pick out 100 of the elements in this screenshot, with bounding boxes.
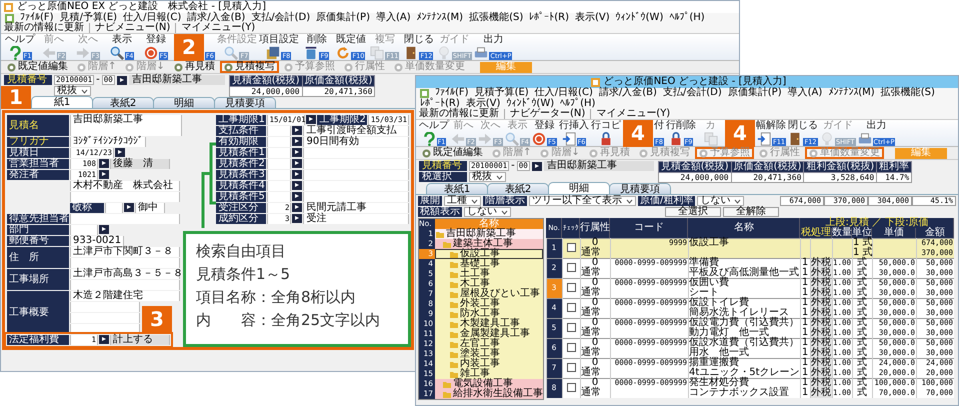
- checkbox[interactable]: [566, 262, 576, 272]
- menu-item[interactable]: ﾒﾝﾃﾅﾝｽ(M): [416, 13, 464, 23]
- nav-link[interactable]: マイメニュー(Y): [175, 23, 260, 33]
- menu-item[interactable]: 見積/予算(E): [60, 13, 118, 23]
- input-field[interactable]: 民間元請工事: [303, 203, 409, 213]
- input-field[interactable]: 受注: [303, 214, 409, 224]
- input-field[interactable]: 933-0021: [70, 236, 124, 246]
- menu-item[interactable]: ﾌｧｲﾙ(F): [20, 13, 54, 23]
- lookup-button[interactable]: [292, 192, 302, 201]
- action-button[interactable]: 既定値編集: [3, 61, 72, 73]
- dropdown[interactable]: 工種: [444, 196, 481, 206]
- lookup-button[interactable]: [292, 203, 302, 212]
- input-field[interactable]: [70, 192, 180, 202]
- menu-item[interactable]: 導入(A): [376, 13, 411, 23]
- tab[interactable]: 見積要項: [609, 183, 671, 194]
- input-field[interactable]: [303, 159, 409, 169]
- input-field[interactable]: [267, 126, 292, 136]
- checkbox[interactable]: [566, 322, 576, 332]
- input-field[interactable]: [70, 313, 140, 323]
- menu-item[interactable]: ﾍﾙﾌﾟ(H): [560, 99, 596, 109]
- input-field[interactable]: [303, 181, 409, 191]
- input-field[interactable]: [267, 159, 292, 169]
- menu-item[interactable]: 支払/会計(D): [662, 88, 722, 98]
- input-field[interactable]: [303, 148, 409, 158]
- menu-item[interactable]: 支払/会計(D): [251, 13, 310, 23]
- lookup-button[interactable]: [99, 335, 109, 344]
- menu-item[interactable]: ｳｨﾝﾄﾞｳ(W): [616, 13, 664, 23]
- lookup-button[interactable]: [292, 148, 302, 157]
- nav-link[interactable]: 最新の情報に更新: [4, 23, 89, 33]
- command-button[interactable]: 全選択: [665, 207, 721, 217]
- lookup-button[interactable]: [292, 126, 302, 135]
- tab[interactable]: 表紙2: [92, 97, 154, 108]
- input-field[interactable]: [303, 192, 409, 202]
- checkbox[interactable]: [566, 242, 576, 252]
- action-button[interactable]: 見積複写: [220, 61, 279, 73]
- menu-item[interactable]: ﾒﾝﾃﾅﾝｽ(M): [828, 88, 875, 98]
- lookup-button[interactable]: [116, 76, 127, 84]
- nav-link[interactable]: ナビメニュー(N): [89, 23, 176, 33]
- menu-item[interactable]: ﾚﾎﾟｰﾄ(R): [529, 13, 569, 23]
- menu-item[interactable]: 拡張機能(S): [469, 13, 524, 23]
- input-field[interactable]: [267, 192, 292, 202]
- input-field[interactable]: 計上する: [110, 335, 170, 345]
- lookup-button[interactable]: [292, 159, 302, 168]
- checkbox[interactable]: [566, 382, 576, 392]
- input-field[interactable]: [105, 203, 123, 213]
- nav-link[interactable]: マイメニュー(Y): [590, 109, 676, 119]
- tab[interactable]: 見積要項: [214, 97, 276, 108]
- command-button[interactable]: 全解除: [723, 207, 779, 217]
- input-field[interactable]: [70, 280, 180, 290]
- input-field[interactable]: [303, 170, 409, 180]
- menu-item[interactable]: ﾚﾎﾟｰﾄ(R): [420, 99, 460, 109]
- lookup-button[interactable]: [124, 203, 134, 212]
- input-field[interactable]: 木造２階建住宅: [70, 291, 180, 301]
- menu-item[interactable]: 導入(A): [788, 88, 822, 98]
- input-field[interactable]: [267, 137, 292, 147]
- checkbox[interactable]: [566, 342, 576, 352]
- menu-item[interactable]: 仕入/日報(C): [534, 88, 593, 98]
- input-field[interactable]: 土津戸市高島３－５－８: [70, 269, 180, 279]
- tab[interactable]: 明細: [153, 97, 215, 108]
- lookup-button[interactable]: [292, 181, 302, 190]
- input-field[interactable]: 後藤 清: [110, 159, 170, 169]
- menu-item[interactable]: 原価集計(P): [316, 13, 370, 23]
- input-field[interactable]: [70, 225, 98, 235]
- input-field[interactable]: [70, 302, 140, 312]
- input-field[interactable]: [267, 181, 292, 191]
- menu-item[interactable]: 拡張機能(S): [880, 88, 935, 98]
- menu-item[interactable]: 請求/入金(B): [598, 88, 657, 98]
- input-field[interactable]: 御中: [135, 203, 165, 213]
- lookup-button[interactable]: [292, 137, 302, 146]
- dropdown[interactable]: しない: [464, 207, 511, 217]
- toolbar-button[interactable]: 行コピ: [590, 120, 622, 147]
- input-field[interactable]: [70, 214, 180, 224]
- input-field[interactable]: 工事引渡時全額支払: [303, 126, 409, 136]
- dropdown[interactable]: 税抜: [469, 172, 506, 182]
- lookup-button[interactable]: [292, 214, 302, 223]
- menu-item[interactable]: 表示(V): [466, 99, 500, 109]
- action-button[interactable]: 既定値編集: [418, 147, 487, 159]
- dropdown[interactable]: 税抜: [54, 86, 91, 96]
- input-field[interactable]: ﾖｼﾀﾞﾃｲｼﾝﾁｸｺｳｼﾞ: [70, 137, 146, 147]
- menu-item[interactable]: 原価集計(P): [728, 88, 782, 98]
- dropdown[interactable]: ツリー以下全て表示: [529, 196, 636, 206]
- lookup-button[interactable]: [292, 170, 302, 179]
- input-field[interactable]: 土津戸市下関町３－８: [70, 247, 180, 257]
- lookup-button[interactable]: [99, 225, 109, 234]
- tab[interactable]: 表紙2: [487, 183, 549, 194]
- menu-item[interactable]: 仕入/日報(C): [123, 13, 182, 23]
- nav-link[interactable]: 最新の情報に更新: [419, 109, 504, 119]
- menu-item[interactable]: 表示(V): [575, 13, 610, 23]
- tab[interactable]: 紙1: [31, 96, 93, 108]
- checkbox[interactable]: [566, 282, 576, 292]
- input-field[interactable]: 吉田邸新築工事: [70, 115, 182, 136]
- input-field[interactable]: 木村不動産 株式会社: [70, 181, 180, 191]
- tab[interactable]: 明細: [548, 182, 610, 194]
- menu-item[interactable]: 請求/入金(B): [187, 13, 246, 23]
- checkbox[interactable]: [566, 302, 576, 312]
- nav-link[interactable]: ナビゲーター(N): [504, 109, 590, 119]
- menu-item[interactable]: ﾌｧｲﾙ(F): [435, 88, 469, 98]
- checkbox[interactable]: [566, 362, 576, 372]
- tab[interactable]: 表紙1: [426, 183, 488, 194]
- input-field[interactable]: [70, 258, 180, 268]
